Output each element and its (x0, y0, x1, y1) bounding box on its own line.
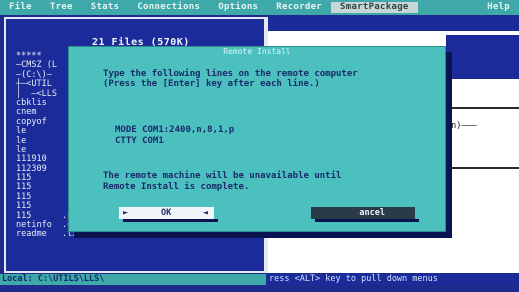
local-path-status: Local: C:\UTILS\LLS\ (0, 274, 266, 285)
cancel-button-label: ancel (359, 208, 385, 218)
menu-stats[interactable]: Stats (82, 2, 129, 13)
right-pane-block (446, 35, 519, 79)
notice-line-2: Remote Install is complete. (103, 182, 250, 192)
ok-button-shadow (123, 219, 218, 222)
command-ctty: CTTY COM1 (115, 136, 164, 146)
cancel-button-shadow (315, 219, 419, 222)
status-bar: Local: C:\UTILS\LLS\ ress <ALT> key to p… (0, 274, 519, 292)
command-mode: MODE COM1:2400,n,8,1,p (115, 125, 235, 135)
notice-line-1: The remote machine will be unavailable u… (103, 171, 342, 181)
menu-help[interactable]: Help (478, 2, 519, 13)
right-pane-divider (446, 167, 519, 169)
menu-file[interactable]: File (0, 2, 41, 13)
menu-connections[interactable]: Connections (128, 2, 209, 13)
menu-smartpackage[interactable]: SmartPackage (331, 2, 418, 13)
function-key-bar (0, 285, 519, 292)
instruction-line-1: Type the following lines on the remote c… (103, 69, 358, 79)
menu-tree[interactable]: Tree (41, 2, 82, 13)
remote-install-dialog: Remote Install Type the following lines … (68, 46, 446, 232)
ok-left-arrow-icon: ► (123, 208, 129, 218)
right-pane-divider (446, 107, 519, 109)
dialog-title: Remote Install (223, 47, 291, 56)
cancel-button[interactable]: ancel (311, 207, 415, 219)
ok-button-label: OK (161, 208, 172, 218)
menu-options[interactable]: Options (209, 2, 267, 13)
menu-recorder[interactable]: Recorder (267, 2, 331, 13)
right-pane-text: en)——— (446, 121, 477, 131)
ok-right-arrow-icon: ◄ (202, 208, 208, 218)
instruction-line-2: (Press the [Enter] key after each line.) (103, 79, 320, 89)
menu-bar: File Tree Stats Connections Options Reco… (0, 0, 519, 15)
right-pane-header-bar (268, 17, 519, 31)
ok-button[interactable]: ► OK ◄ (119, 207, 214, 219)
menu-hint-status: ress <ALT> key to pull down menus (266, 274, 519, 285)
